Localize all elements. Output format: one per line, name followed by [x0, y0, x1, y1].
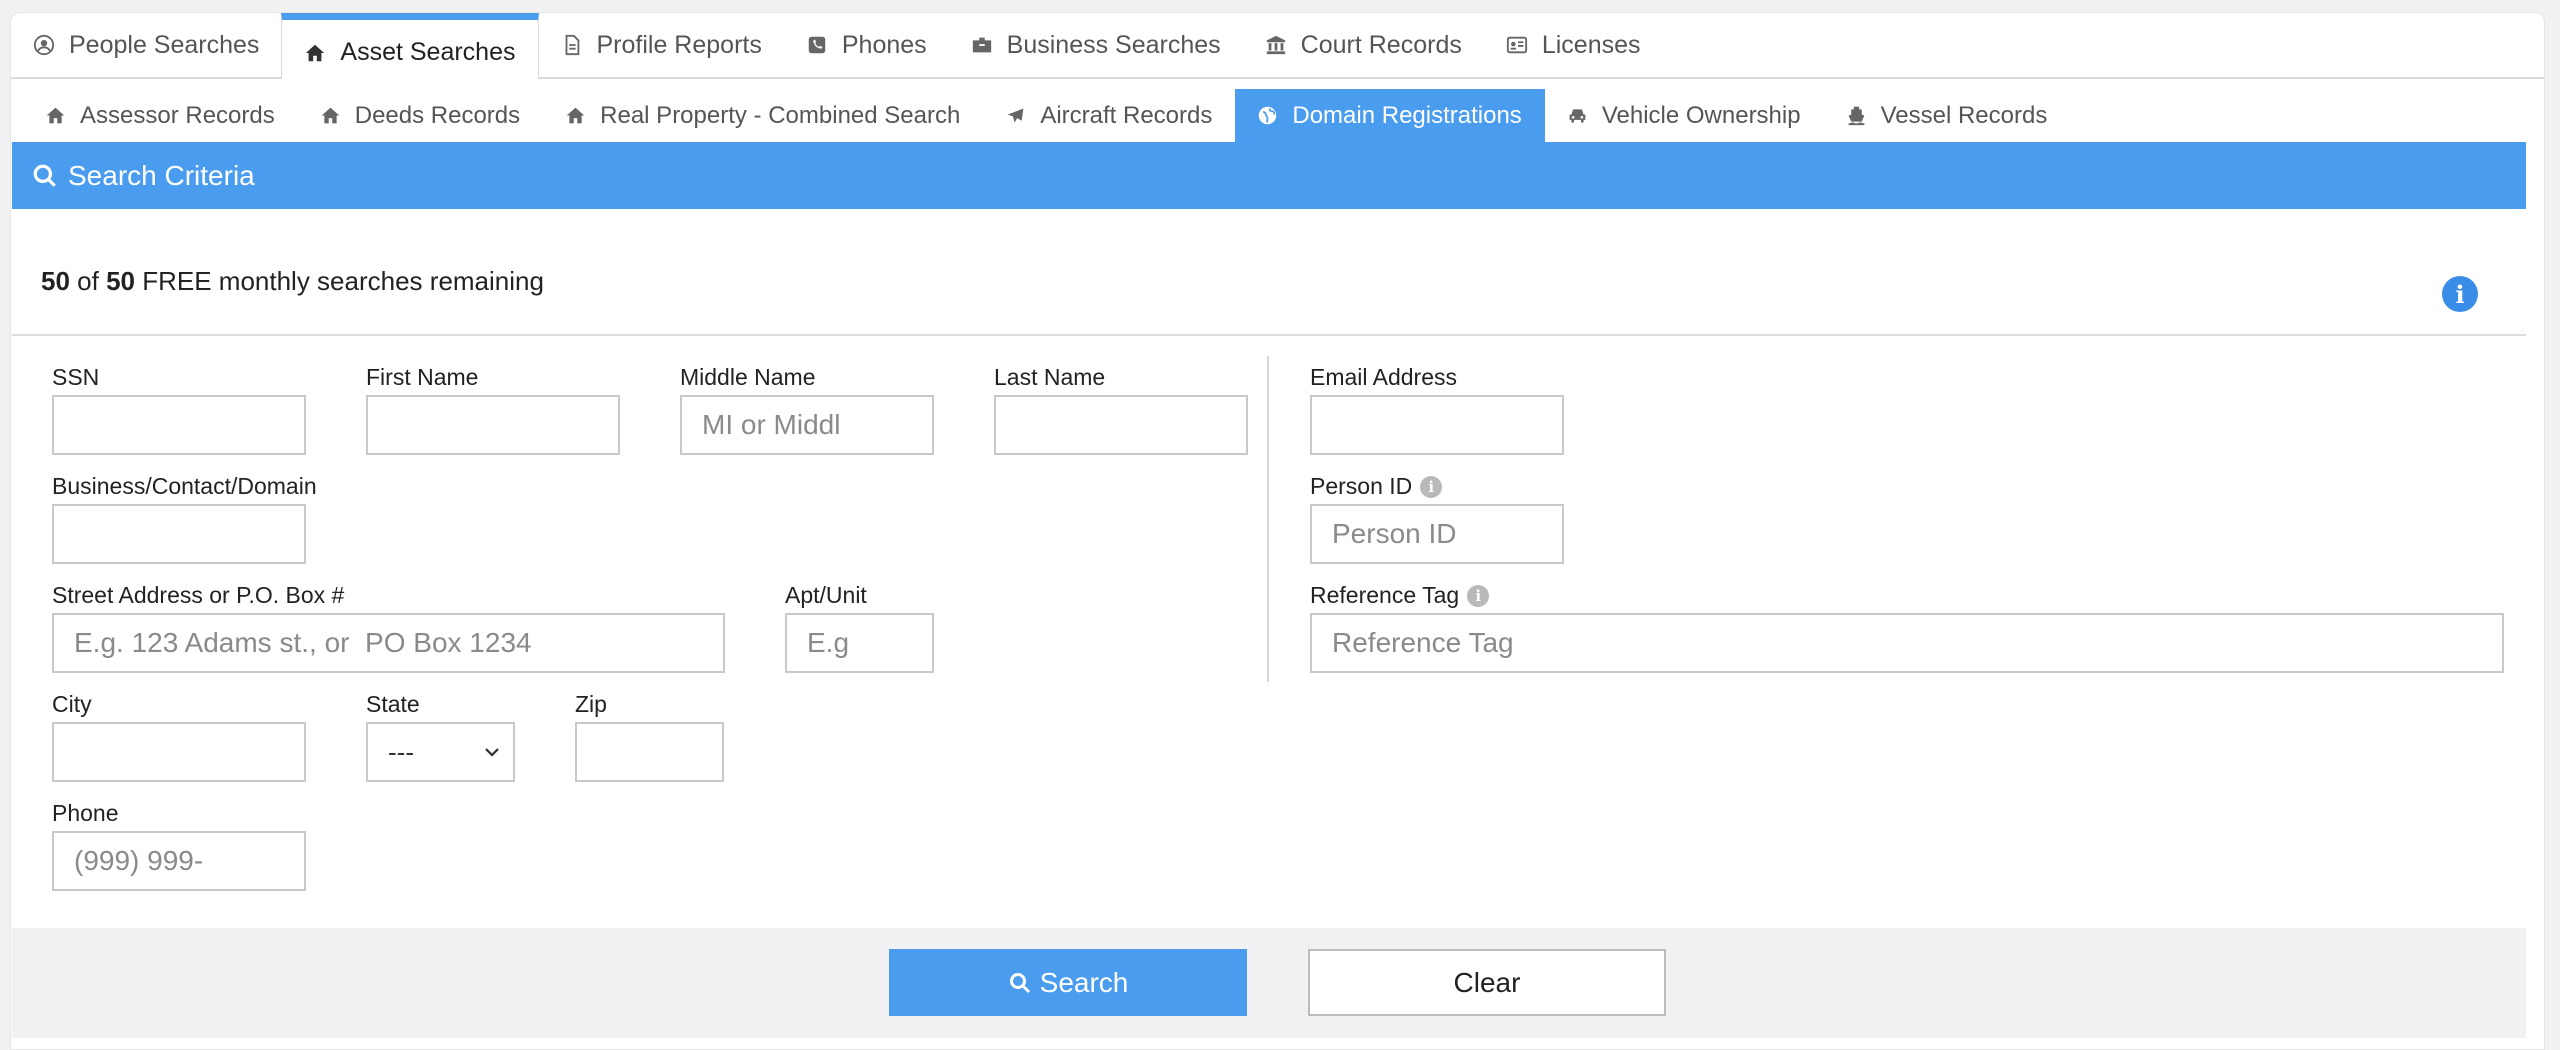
- person-id-input[interactable]: [1310, 504, 1564, 564]
- quota-text: 50 of 50 FREE monthly searches remaining: [41, 266, 544, 297]
- subtab-domain-registrations[interactable]: Domain Registrations: [1235, 89, 1545, 142]
- globe-icon: [1259, 106, 1277, 125]
- subtab-label: Vehicle Ownership: [1601, 101, 1801, 129]
- street-label: Street Address or P.O. Box #: [52, 582, 345, 608]
- person-id-label: Person ID: [1310, 473, 1413, 499]
- search-icon: [33, 164, 56, 187]
- tab-label: Business Searches: [1006, 30, 1221, 59]
- tab-people-searches[interactable]: People Searches: [11, 13, 281, 77]
- ship-icon: [1848, 106, 1864, 126]
- tab-label: Licenses: [1541, 30, 1641, 59]
- state-select[interactable]: ---: [366, 722, 515, 782]
- phone-icon: [808, 36, 826, 54]
- middle-name-label: Middle Name: [680, 364, 816, 390]
- reference-tag-label-row: Reference Tag i: [1310, 582, 1490, 609]
- city-input[interactable]: [52, 722, 306, 782]
- info-icon[interactable]: i: [1420, 475, 1443, 498]
- middle-name-input[interactable]: [680, 395, 934, 455]
- home-icon: [321, 107, 339, 124]
- form-footer: [12, 928, 2526, 1038]
- quota-total: 50: [106, 266, 135, 296]
- subtab-vehicle-ownership[interactable]: Vehicle Ownership: [1545, 89, 1824, 142]
- subtab-aircraft-records[interactable]: Aircraft Records: [983, 89, 1235, 142]
- tab-label: Phones: [841, 30, 927, 59]
- last-name-input[interactable]: [994, 395, 1248, 455]
- ssn-input[interactable]: [52, 395, 306, 455]
- state-selected: ---: [388, 736, 414, 767]
- home-icon: [566, 107, 585, 124]
- id-card-icon: [1506, 36, 1527, 54]
- quota-of: of: [77, 266, 99, 296]
- first-name-input[interactable]: [366, 395, 620, 455]
- home-icon: [46, 107, 65, 124]
- apt-input[interactable]: [785, 613, 934, 673]
- tab-label: People Searches: [69, 30, 260, 59]
- plane-icon: [1007, 108, 1024, 123]
- home-icon: [306, 44, 325, 61]
- subtab-label: Real Property - Combined Search: [600, 101, 961, 129]
- car-icon: [1569, 109, 1586, 123]
- quota-description: FREE monthly searches remaining: [142, 266, 544, 296]
- state-label: State: [366, 691, 420, 717]
- panel-title: Search Criteria: [68, 159, 255, 191]
- phone-label: Phone: [52, 800, 119, 826]
- top-tab-bar: People Searches Asset Searches Profile R…: [11, 13, 2544, 79]
- briefcase-icon: [972, 37, 991, 53]
- tab-label: Asset Searches: [340, 38, 516, 66]
- subtab-vessel-records[interactable]: Vessel Records: [1824, 89, 2071, 142]
- courthouse-icon: [1266, 35, 1285, 55]
- email-input[interactable]: [1310, 395, 1564, 455]
- clear-button[interactable]: Clear: [1308, 949, 1666, 1016]
- user-circle-icon: [33, 34, 55, 56]
- search-icon: [1009, 972, 1030, 993]
- search-button-label: Search: [1039, 966, 1129, 998]
- reference-tag-label: Reference Tag: [1310, 582, 1460, 608]
- subtab-assessor-records[interactable]: Assessor Records: [23, 89, 298, 142]
- email-label: Email Address: [1310, 364, 1458, 390]
- document-icon: [565, 34, 579, 56]
- tab-phones[interactable]: Phones: [784, 13, 949, 77]
- subtab-real-property[interactable]: Real Property - Combined Search: [543, 89, 983, 142]
- last-name-label: Last Name: [994, 364, 1106, 390]
- tab-court-records[interactable]: Court Records: [1243, 13, 1484, 77]
- zip-label: Zip: [575, 691, 607, 717]
- business-label: Business/Contact/Domain: [52, 473, 317, 499]
- person-id-label-row: Person ID i: [1310, 473, 1443, 500]
- clear-button-label: Clear: [1453, 966, 1521, 998]
- column-divider: [1267, 356, 1269, 682]
- subtab-label: Vessel Records: [1880, 101, 2048, 129]
- subtab-label: Aircraft Records: [1040, 101, 1213, 129]
- tab-asset-searches[interactable]: Asset Searches: [281, 13, 539, 79]
- search-button[interactable]: Search: [889, 949, 1247, 1016]
- quota-used: 50: [41, 266, 70, 296]
- tab-licenses[interactable]: Licenses: [1484, 13, 1663, 77]
- tab-profile-reports[interactable]: Profile Reports: [539, 13, 784, 77]
- street-input[interactable]: [52, 613, 725, 673]
- ssn-label: SSN: [52, 364, 100, 390]
- divider: [12, 334, 2526, 336]
- first-name-label: First Name: [366, 364, 479, 390]
- subtab-deeds-records[interactable]: Deeds Records: [298, 89, 543, 142]
- subtab-label: Domain Registrations: [1292, 101, 1522, 129]
- reference-tag-input[interactable]: [1310, 613, 2504, 673]
- tab-business-searches[interactable]: Business Searches: [949, 13, 1243, 77]
- subtab-label: Assessor Records: [80, 101, 275, 129]
- tab-label: Court Records: [1300, 30, 1462, 59]
- search-criteria-header: Search Criteria: [12, 142, 2526, 209]
- info-icon[interactable]: i: [1467, 584, 1490, 607]
- business-input[interactable]: [52, 504, 306, 564]
- chevron-down-icon: [485, 748, 499, 757]
- sub-tab-bar: Assessor Records Deeds Records Real Prop…: [23, 89, 2070, 142]
- apt-label: Apt/Unit: [785, 582, 867, 608]
- phone-input[interactable]: [52, 831, 306, 891]
- tab-label: Profile Reports: [596, 30, 762, 59]
- info-icon[interactable]: i: [2442, 276, 2478, 312]
- zip-input[interactable]: [575, 722, 724, 782]
- subtab-label: Deeds Records: [354, 101, 521, 129]
- city-label: City: [52, 691, 92, 717]
